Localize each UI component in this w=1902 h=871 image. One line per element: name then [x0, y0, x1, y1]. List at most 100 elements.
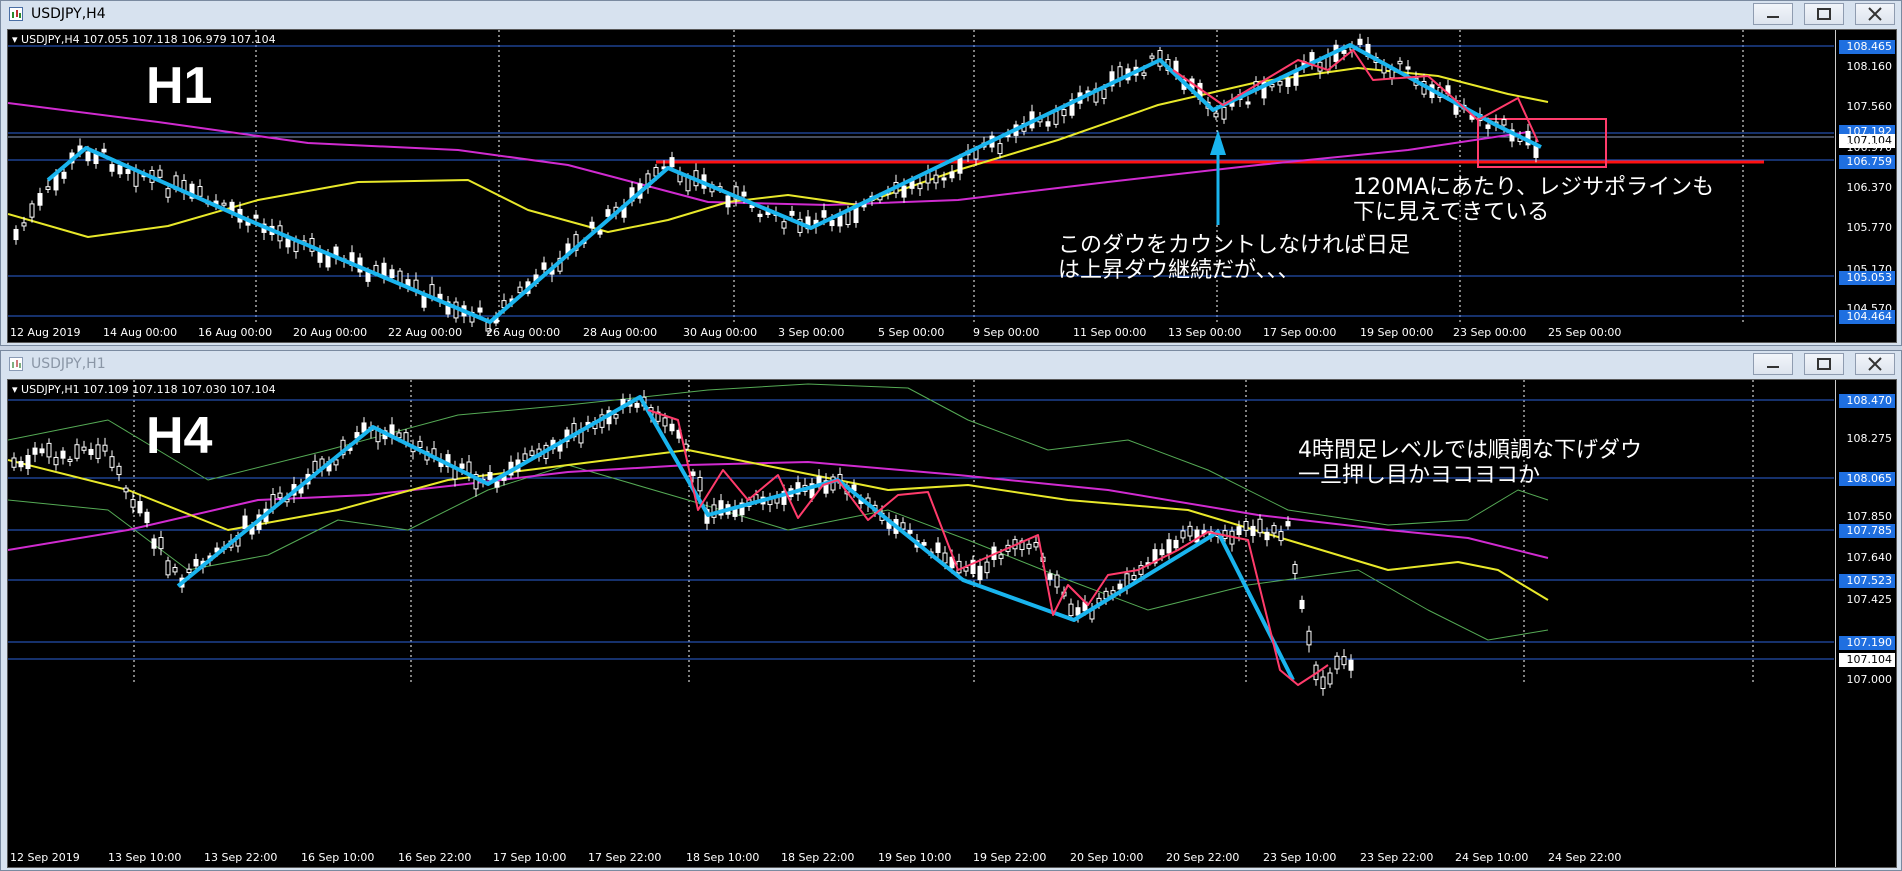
- candle-body: [821, 210, 827, 218]
- close-icon: [1868, 7, 1882, 21]
- candle-body: [186, 568, 192, 574]
- candle-body: [1485, 124, 1491, 129]
- price-chart-top[interactable]: ▾ USDJPY,H4 107.055 107.118 106.979 107.…: [7, 29, 1897, 343]
- candle-body: [949, 171, 955, 179]
- candle-body: [1141, 72, 1147, 76]
- time-label: 13 Sep 00:00: [1168, 326, 1242, 339]
- price-tick: 108.160: [1846, 60, 1893, 73]
- candle-body: [11, 457, 17, 468]
- time-label: 28 Aug 00:00: [583, 326, 658, 339]
- dropdown-triangle-icon[interactable]: ▾: [12, 33, 21, 46]
- candle-body: [172, 567, 178, 573]
- candle-body: [845, 211, 851, 226]
- price-level-tag: 107.190: [1839, 636, 1895, 650]
- candle-body: [117, 164, 123, 175]
- chart-window-icon: [9, 357, 23, 371]
- candle-body: [1293, 70, 1299, 86]
- candle-body: [381, 262, 387, 277]
- candle-body: [1334, 655, 1340, 670]
- price-axis[interactable]: 108.465 108.160 107.560 107.192 107.104 …: [1835, 30, 1896, 342]
- ma-120-line: [8, 102, 1529, 206]
- minimize-icon: [1766, 16, 1779, 18]
- candle-body: [18, 461, 24, 468]
- candle-body: [634, 402, 640, 408]
- price-axis[interactable]: 108.470 108.275 108.065 107.850 107.785 …: [1835, 380, 1896, 867]
- candle-body: [123, 487, 129, 493]
- dropdown-triangle-icon[interactable]: ▾: [12, 383, 21, 396]
- candle-body: [789, 210, 795, 216]
- minimize-button[interactable]: [1752, 353, 1793, 375]
- bollinger-lower: [8, 464, 1549, 641]
- candle-body: [998, 554, 1004, 559]
- minimize-icon: [1766, 366, 1779, 368]
- candle-body: [459, 463, 465, 469]
- candle-body: [900, 522, 906, 530]
- minimize-button[interactable]: [1752, 3, 1793, 25]
- candle-body: [933, 174, 939, 184]
- price-level-tag: 108.065: [1839, 472, 1895, 486]
- candle-body: [685, 176, 691, 192]
- time-label: 16 Sep 22:00: [398, 851, 472, 864]
- candle-body: [1292, 564, 1298, 574]
- candle-body: [133, 170, 139, 187]
- time-label: 26 Aug 00:00: [486, 326, 561, 339]
- candle-body: [61, 171, 67, 179]
- candle-body: [1243, 521, 1249, 531]
- candle-body: [1264, 531, 1270, 541]
- candle-body: [541, 262, 547, 270]
- title-bar[interactable]: USDJPY,H4: [1, 1, 1901, 29]
- annotation-text-right: 120MAにあたり、レジサポラインも 下に見えてきている: [1353, 175, 1715, 225]
- maximize-button[interactable]: [1803, 3, 1844, 25]
- candle-body: [957, 157, 963, 174]
- candle-body: [277, 492, 283, 499]
- time-label: 16 Sep 10:00: [301, 851, 375, 864]
- candle-body: [1348, 659, 1354, 671]
- maximize-button[interactable]: [1803, 353, 1844, 375]
- title-bar[interactable]: USDJPY,H1: [1, 351, 1901, 379]
- candle-body: [157, 169, 163, 178]
- candle-body: [917, 183, 923, 190]
- time-label: 25 Sep 00:00: [1548, 326, 1622, 339]
- window-title: USDJPY,H4: [31, 6, 106, 22]
- candle-body: [597, 230, 603, 235]
- candle-body: [165, 188, 171, 198]
- candle-body: [1213, 112, 1219, 118]
- candle-body: [37, 193, 43, 206]
- candle-body: [25, 454, 31, 470]
- time-label: 17 Sep 22:00: [588, 851, 662, 864]
- candle-body: [690, 471, 696, 476]
- time-label: 3 Sep 00:00: [778, 326, 845, 339]
- candle-body: [1306, 630, 1312, 646]
- candle-body: [1397, 60, 1403, 65]
- trend-zigzag-pink: [1172, 49, 1539, 143]
- candle-body: [417, 440, 423, 448]
- candle-body: [522, 453, 528, 462]
- time-label: 18 Sep 22:00: [781, 851, 855, 864]
- candle-body: [829, 220, 835, 227]
- candle-body: [1285, 521, 1291, 527]
- candle-body: [74, 444, 80, 459]
- price-chart-bottom[interactable]: ▾ USDJPY,H1 107.109 107.118 107.030 107.…: [7, 379, 1897, 868]
- candle-body: [85, 151, 91, 162]
- candle-body: [997, 143, 1003, 155]
- close-button[interactable]: [1855, 3, 1895, 25]
- close-button[interactable]: [1855, 353, 1895, 375]
- time-axis[interactable]: 12 Sep 2019 13 Sep 10:00 13 Sep 22:00 16 Se…: [8, 847, 1896, 867]
- chart-window-usdjpy-h4: USDJPY,H4 ▾ USDJPY,H4 107.055 107.118 10…: [0, 0, 1902, 346]
- candle-body: [935, 542, 941, 553]
- time-label: 20 Sep 22:00: [1166, 851, 1240, 864]
- candle-body: [67, 458, 73, 462]
- timeframe-label: H4: [146, 407, 213, 465]
- candle-body: [1257, 518, 1263, 534]
- price-tick: 107.425: [1846, 593, 1893, 606]
- candle-body: [45, 186, 51, 190]
- time-axis[interactable]: 12 Aug 2019 14 Aug 00:00 16 Aug 00:00 20 Au…: [8, 322, 1896, 342]
- time-label: 20 Aug 00:00: [293, 326, 368, 339]
- candle-body: [1149, 55, 1155, 59]
- candle-body: [757, 213, 763, 218]
- candle-body: [725, 195, 731, 208]
- candle-body: [1061, 109, 1067, 117]
- time-label: 17 Sep 00:00: [1263, 326, 1337, 339]
- candle-body: [95, 444, 101, 459]
- candle-body: [1327, 672, 1333, 685]
